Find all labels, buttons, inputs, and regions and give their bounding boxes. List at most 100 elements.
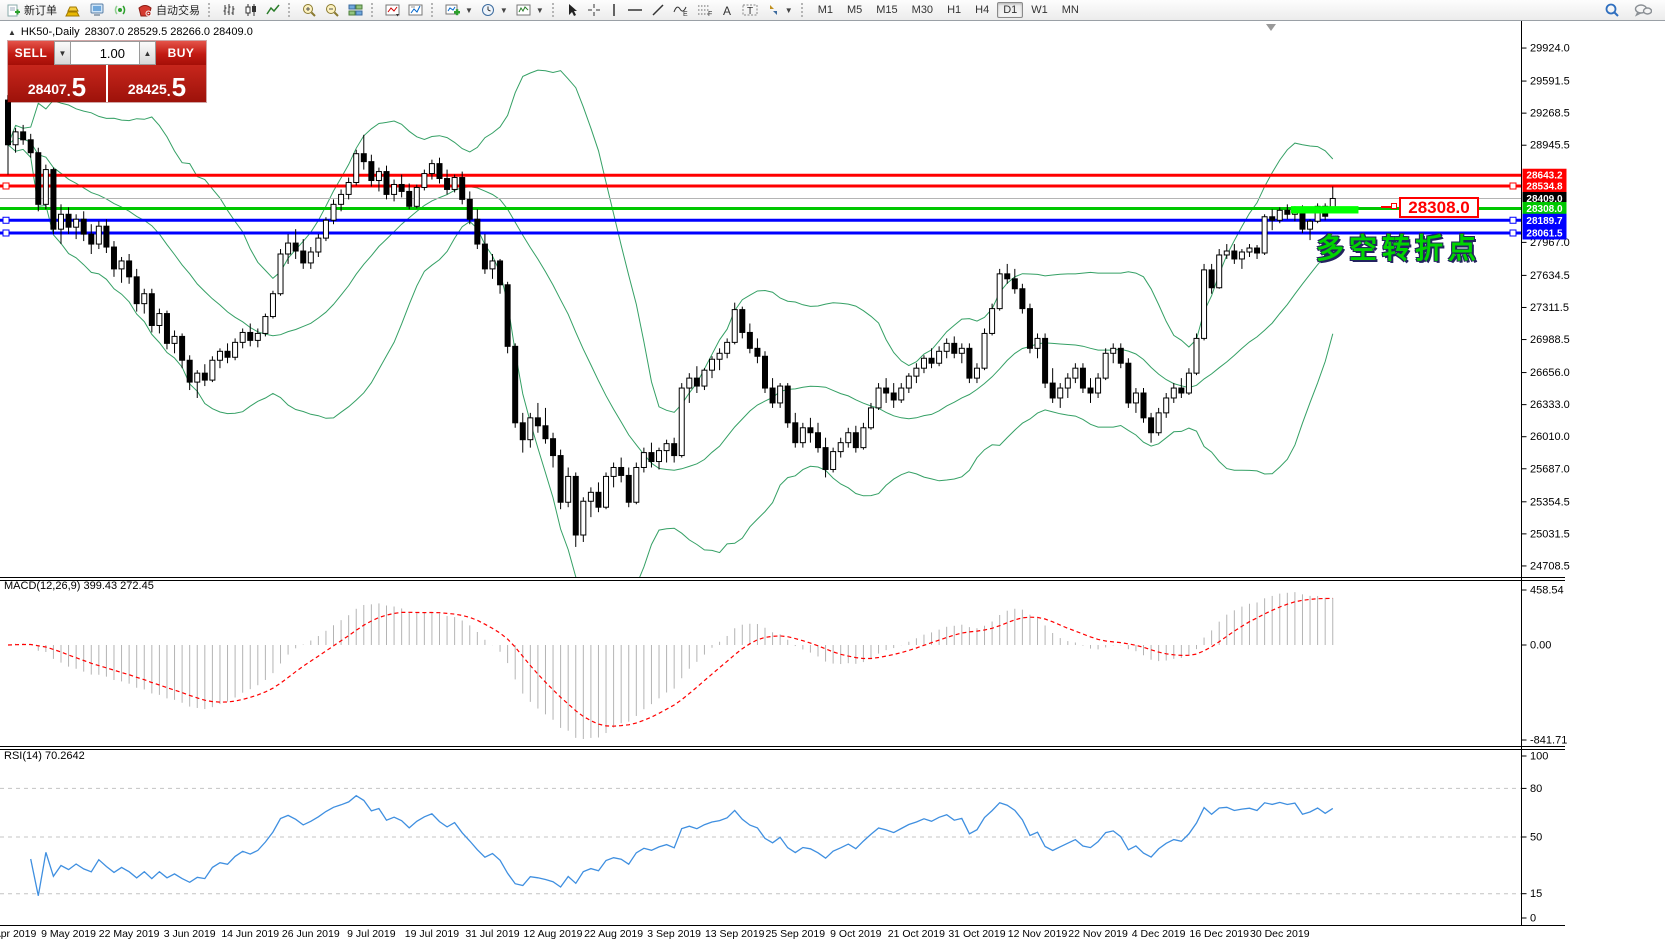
chart-canvas[interactable]: 29924.029591.529268.528945.527967.027634… xyxy=(0,21,1665,943)
price-tag-label: 28061.5 xyxy=(1526,228,1563,239)
sell-label: SELL xyxy=(15,46,48,60)
bollinger-middle xyxy=(8,138,1333,470)
date-label[interactable]: 30 Dec 2019 xyxy=(1250,928,1310,940)
candlestick-chart-button[interactable] xyxy=(240,0,262,20)
timeframe-button-m1[interactable]: M1 xyxy=(812,2,839,18)
signal-button[interactable] xyxy=(109,0,133,20)
sell-price-button[interactable]: 28407.5 xyxy=(8,65,106,102)
buy-button[interactable]: BUY xyxy=(156,41,206,65)
turning-point-note[interactable]: 多空转折点 xyxy=(1316,227,1481,267)
date-label[interactable]: 25 Sep 2019 xyxy=(765,928,825,940)
date-label[interactable]: 3 Jun 2019 xyxy=(164,928,216,940)
bar-chart-button[interactable] xyxy=(218,0,240,20)
chart-window: 29924.029591.529268.528945.527967.027634… xyxy=(0,21,1665,943)
timeframe-button-h1[interactable]: H1 xyxy=(941,2,967,18)
cursor-button[interactable] xyxy=(562,0,583,20)
line-handle[interactable] xyxy=(1510,230,1516,236)
date-label[interactable]: 4 Dec 2019 xyxy=(1132,928,1186,940)
candlestick-chart-icon xyxy=(244,3,258,17)
date-label[interactable]: 31 Jul 2019 xyxy=(465,928,519,940)
elliott-wave-button[interactable]: E xyxy=(669,0,693,20)
macd-axis-label: -841.71 xyxy=(1530,735,1567,747)
price-tick-label: 26988.5 xyxy=(1530,334,1570,346)
date-label[interactable]: 12 Aug 2019 xyxy=(524,928,583,940)
tile-windows-button[interactable] xyxy=(344,0,367,20)
date-label[interactable]: 26 Apr 2019 xyxy=(0,928,36,940)
volume-increase-button[interactable]: ▲ xyxy=(139,41,156,65)
timeframe-button-m5[interactable]: M5 xyxy=(841,2,868,18)
chart-shift-marker-icon[interactable] xyxy=(1266,24,1276,31)
date-label[interactable]: 9 Jul 2019 xyxy=(347,928,396,940)
zoom-in-button[interactable] xyxy=(298,0,321,20)
search-button[interactable] xyxy=(1600,0,1624,20)
date-label[interactable]: 12 Nov 2019 xyxy=(1008,928,1068,940)
volume-decrease-button[interactable]: ▼ xyxy=(54,41,71,65)
period-dropdown[interactable]: ▼ xyxy=(477,0,512,20)
date-label[interactable]: 22 Nov 2019 xyxy=(1068,928,1128,940)
date-label[interactable]: 19 Jul 2019 xyxy=(405,928,459,940)
date-label[interactable]: 21 Oct 2019 xyxy=(888,928,945,940)
chat-button[interactable] xyxy=(1630,0,1656,20)
line-handle[interactable] xyxy=(1510,183,1516,189)
callout-anchor-handle[interactable] xyxy=(1391,203,1397,209)
gold-button[interactable] xyxy=(61,0,85,20)
date-label[interactable]: 3 Sep 2019 xyxy=(647,928,701,940)
vertical-line-button[interactable] xyxy=(605,0,623,20)
autotrading-button[interactable]: 自动交易 xyxy=(133,0,204,20)
timeframe-button-w1[interactable]: W1 xyxy=(1025,2,1054,18)
text-button[interactable]: A xyxy=(717,0,738,20)
add-indicator-dropdown[interactable]: ▼ xyxy=(441,0,477,20)
timeframe-button-h4[interactable]: H4 xyxy=(969,2,995,18)
date-label[interactable]: 9 Oct 2019 xyxy=(830,928,882,940)
horizontal-line-button[interactable] xyxy=(623,0,647,20)
rsi-axis-label: 50 xyxy=(1530,832,1542,844)
chevron-down-icon: ▼ xyxy=(465,6,473,15)
date-label[interactable]: 22 Aug 2019 xyxy=(584,928,643,940)
date-label[interactable]: 22 May 2019 xyxy=(99,928,160,940)
text-icon: A xyxy=(721,3,734,17)
horizontal-line-icon xyxy=(627,3,643,17)
fibonacci-button[interactable]: F xyxy=(693,0,717,20)
text-label-button[interactable]: T xyxy=(738,0,762,20)
line-chart-button[interactable] xyxy=(262,0,284,20)
support-highlight-zone[interactable] xyxy=(1291,206,1359,213)
trendline-button[interactable] xyxy=(647,0,669,20)
terminal-button[interactable] xyxy=(85,0,109,20)
svg-text:E: E xyxy=(683,11,688,17)
date-label[interactable]: 9 May 2019 xyxy=(41,928,96,940)
date-label[interactable]: 13 Sep 2019 xyxy=(705,928,765,940)
timeframe-button-m30[interactable]: M30 xyxy=(906,2,939,18)
sell-button[interactable]: SELL xyxy=(8,41,54,65)
indicator-list-button[interactable] xyxy=(404,0,427,20)
line-handle[interactable] xyxy=(3,217,9,223)
timeframe-button-mn[interactable]: MN xyxy=(1056,2,1085,18)
svg-text:A: A xyxy=(723,4,731,17)
date-label[interactable]: 14 Jun 2019 xyxy=(221,928,279,940)
timeframe-button-d1[interactable]: D1 xyxy=(997,2,1023,18)
line-handle[interactable] xyxy=(3,183,9,189)
crosshair-button[interactable] xyxy=(583,0,605,20)
buy-price-frac: 5 xyxy=(172,75,186,99)
arrows-icon xyxy=(766,3,781,17)
indicator-window-button[interactable] xyxy=(381,0,404,20)
price-callout-label[interactable]: 28308.0 xyxy=(1399,197,1479,218)
line-handle[interactable] xyxy=(3,230,9,236)
autotrading-icon xyxy=(137,3,153,17)
volume-input[interactable]: 1.00 xyxy=(71,41,139,65)
macd-signal-line xyxy=(8,598,1333,726)
trendline-icon xyxy=(651,3,665,17)
rsi-label: RSI(14) 70.2642 xyxy=(4,750,85,762)
svg-text:F: F xyxy=(708,11,712,17)
date-label[interactable]: 26 Jun 2019 xyxy=(282,928,340,940)
line-handle[interactable] xyxy=(1510,217,1516,223)
rsi-axis-label: 0 xyxy=(1530,913,1536,925)
timeframe-button-m15[interactable]: M15 xyxy=(870,2,903,18)
new-order-button[interactable]: 新订单 xyxy=(3,0,61,20)
date-label[interactable]: 31 Oct 2019 xyxy=(948,928,1005,940)
arrows-dropdown[interactable]: ▼ xyxy=(762,0,797,20)
zoom-out-button[interactable] xyxy=(321,0,344,20)
buy-price-button[interactable]: 28425.5 xyxy=(106,65,206,102)
date-label[interactable]: 16 Dec 2019 xyxy=(1189,928,1249,940)
chat-icon xyxy=(1634,3,1652,18)
template-dropdown[interactable]: ▼ xyxy=(512,0,548,20)
